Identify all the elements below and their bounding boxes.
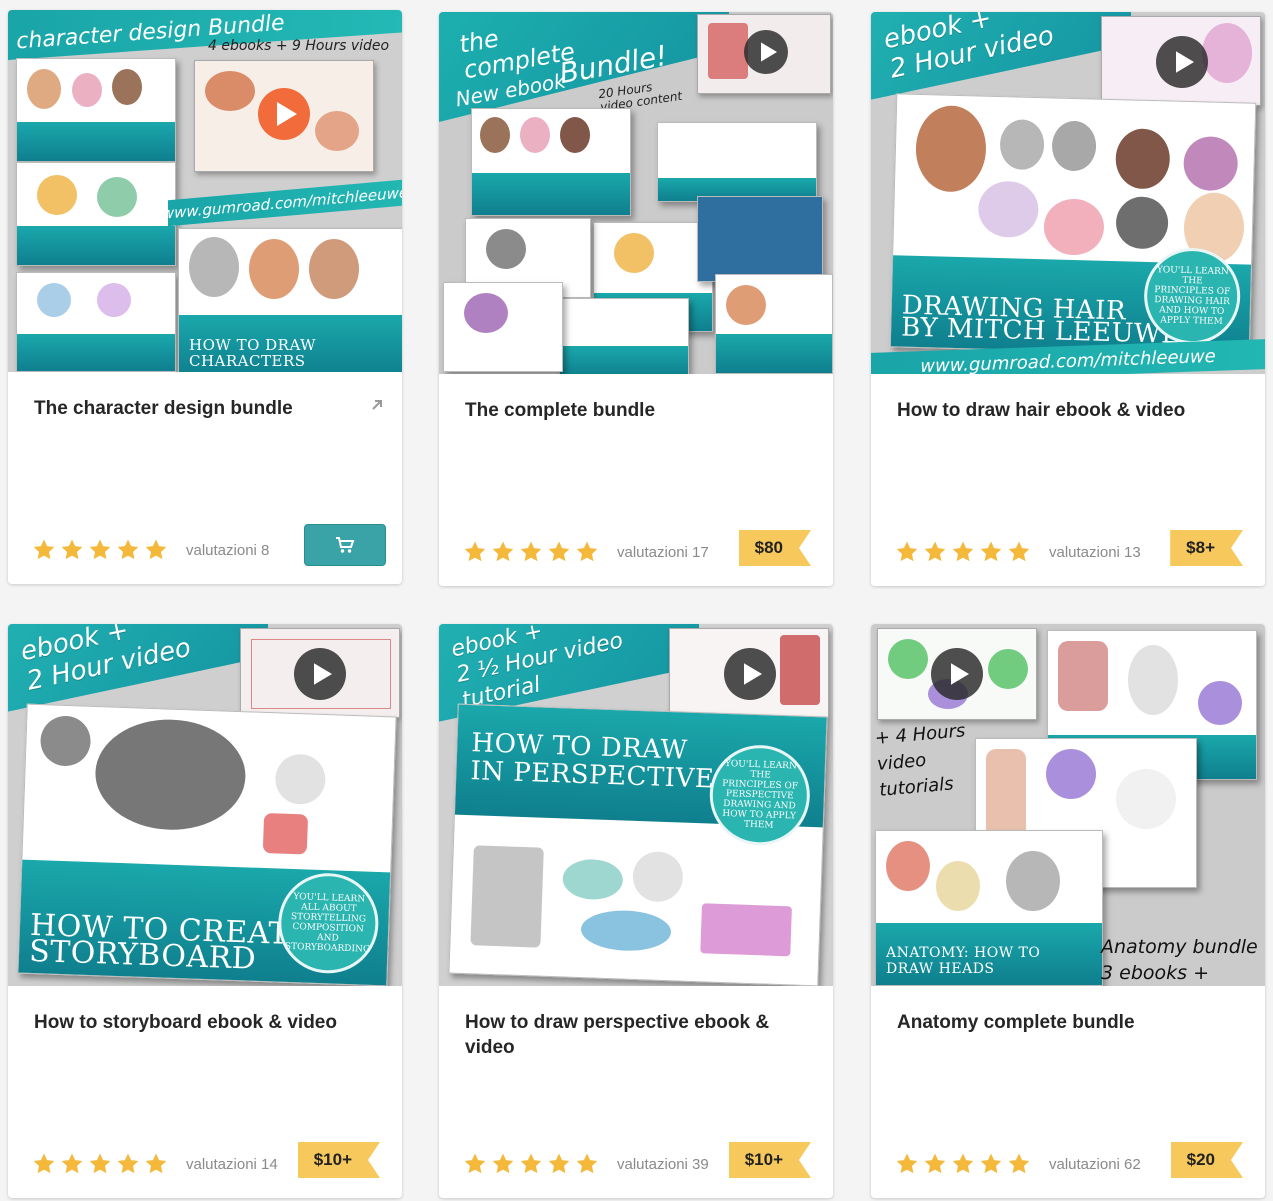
star-icon (464, 1153, 486, 1174)
price-tag[interactable]: $8+ (1170, 530, 1243, 566)
star-icon (464, 541, 486, 562)
star-icon (33, 539, 55, 560)
rating-count: valutazioni 39 (617, 1155, 709, 1173)
star-icon (576, 541, 598, 562)
product-title[interactable]: How to draw perspective ebook & video (465, 1010, 793, 1060)
add-to-cart-button[interactable] (304, 524, 386, 566)
external-link-icon[interactable] (370, 398, 384, 412)
product-rating: valutazioni 14 (32, 1152, 278, 1176)
product-title[interactable]: How to draw hair ebook & video (897, 398, 1225, 423)
star-icon (980, 1153, 1002, 1174)
star-rating (895, 540, 1031, 564)
star-icon (520, 541, 542, 562)
ebook-cover-hair (16, 58, 176, 162)
star-icon (117, 539, 139, 560)
ebook-cover-heads: ANATOMY: HOW TO DRAW HEADS (875, 830, 1103, 986)
ebook-cover-perspective (559, 298, 689, 374)
rating-count: valutazioni 14 (186, 1155, 278, 1173)
star-icon (576, 1153, 598, 1174)
thumbnail-subheading: Anatomy bundle 3 ebooks + (1101, 936, 1258, 984)
product-thumbnail[interactable]: the complete Bundle! New ebook 20 Hours … (439, 12, 833, 374)
thumbnail-heading: + 4 Hours video tutorials (873, 720, 967, 801)
product-rating: valutazioni 39 (463, 1152, 709, 1176)
product-thumbnail[interactable]: + 4 Hours video tutorials ANATOMY: HOW T… (871, 624, 1265, 986)
star-icon (548, 541, 570, 562)
product-card-anatomy-bundle[interactable]: + 4 Hours video tutorials ANATOMY: HOW T… (871, 624, 1265, 1198)
star-icon (61, 539, 83, 560)
rating-count: valutazioni 8 (186, 541, 270, 559)
ebook-cover-characters: HOW TO DRAW CHARACTERS (178, 228, 402, 372)
play-video-button[interactable] (258, 88, 310, 140)
star-icon (952, 1153, 974, 1174)
play-video-button[interactable] (294, 648, 346, 700)
star-icon (520, 1153, 542, 1174)
product-card-storyboard-ebook[interactable]: ebook + 2 Hour video HOW TO CREATE A STO… (8, 624, 402, 1198)
product-thumbnail[interactable]: character design Bundle 4 ebooks + 9 Hou… (8, 10, 402, 372)
rating-count: valutazioni 13 (1049, 543, 1141, 561)
product-rating: valutazioni 13 (895, 540, 1141, 564)
star-icon (980, 541, 1002, 562)
ebook-cover-hair (471, 108, 631, 216)
price-tag[interactable]: $10+ (729, 1142, 811, 1178)
star-icon (896, 541, 918, 562)
gumroad-url-strip: www.gumroad.com/mitchleeuwe (162, 179, 402, 227)
price-tag[interactable]: $10+ (298, 1142, 380, 1178)
star-icon (1008, 541, 1030, 562)
price-tag[interactable]: $20 (1171, 1142, 1243, 1178)
thumbnail-subheading: 4 ebooks + 9 Hours video (208, 38, 390, 54)
star-icon (89, 539, 111, 560)
star-icon (924, 541, 946, 562)
star-icon (924, 1153, 946, 1174)
star-rating (32, 1152, 168, 1176)
product-title[interactable]: The character design bundle (34, 396, 362, 421)
star-icon (145, 539, 167, 560)
rating-count: valutazioni 62 (1049, 1155, 1141, 1173)
star-icon (33, 1153, 55, 1174)
price-tag[interactable]: $80 (739, 530, 811, 566)
star-icon (492, 541, 514, 562)
star-icon (492, 1153, 514, 1174)
product-title[interactable]: The complete bundle (465, 398, 793, 423)
product-title[interactable]: Anatomy complete bundle (897, 1010, 1225, 1035)
play-video-button[interactable] (931, 648, 983, 700)
ebook-cover-drawing-hair: DRAWING HAIR BY MITCH LEEUWE YOU'LL LEAR… (889, 93, 1257, 357)
star-rating (895, 1152, 1031, 1176)
star-icon (117, 1153, 139, 1174)
play-video-button[interactable] (1156, 36, 1208, 88)
rating-count: valutazioni 17 (617, 543, 709, 561)
ebook-cover-facial (16, 272, 176, 372)
star-icon (952, 541, 974, 562)
ebook-cover-perspective: HOW TO DRAW IN PERSPECTIVE YOU'LL LEARN … (448, 703, 828, 986)
star-rating (463, 540, 599, 564)
ebook-cover-storyboard: HOW TO CREATE A STORYBOARD YOU'LL LEARN … (17, 703, 397, 986)
ebook-cover-digital (697, 196, 823, 282)
product-rating: valutazioni 62 (895, 1152, 1141, 1176)
product-card-perspective-ebook[interactable]: ebook + 2 ½ Hour video tutorial HOW TO D… (439, 624, 833, 1198)
star-icon (61, 1153, 83, 1174)
product-card-hair-ebook[interactable]: ebook + 2 Hour video DRAWING HAIR BY MIT… (871, 12, 1265, 586)
product-thumbnail[interactable]: ebook + 2 Hour video DRAWING HAIR BY MIT… (871, 12, 1265, 374)
product-rating: valutazioni 8 (32, 538, 269, 562)
product-card-complete-bundle[interactable]: the complete Bundle! New ebook 20 Hours … (439, 12, 833, 586)
star-icon (548, 1153, 570, 1174)
ebook-cover-poses (16, 162, 176, 266)
star-icon (896, 1153, 918, 1174)
play-video-button[interactable] (744, 30, 788, 74)
product-rating: valutazioni 17 (463, 540, 709, 564)
ebook-cover-faces (657, 122, 817, 202)
ebook-cover-characters (715, 274, 833, 374)
product-card-character-design-bundle[interactable]: character design Bundle 4 ebooks + 9 Hou… (8, 10, 402, 584)
ebook-cover-animals (443, 282, 563, 372)
star-rating (32, 538, 168, 562)
star-icon (145, 1153, 167, 1174)
play-video-button[interactable] (724, 648, 776, 700)
product-thumbnail[interactable]: ebook + 2 Hour video HOW TO CREATE A STO… (8, 624, 402, 986)
star-icon (89, 1153, 111, 1174)
product-title[interactable]: How to storyboard ebook & video (34, 1010, 362, 1035)
cart-icon (336, 537, 355, 553)
product-thumbnail[interactable]: ebook + 2 ½ Hour video tutorial HOW TO D… (439, 624, 833, 986)
star-rating (463, 1152, 599, 1176)
star-icon (1008, 1153, 1030, 1174)
